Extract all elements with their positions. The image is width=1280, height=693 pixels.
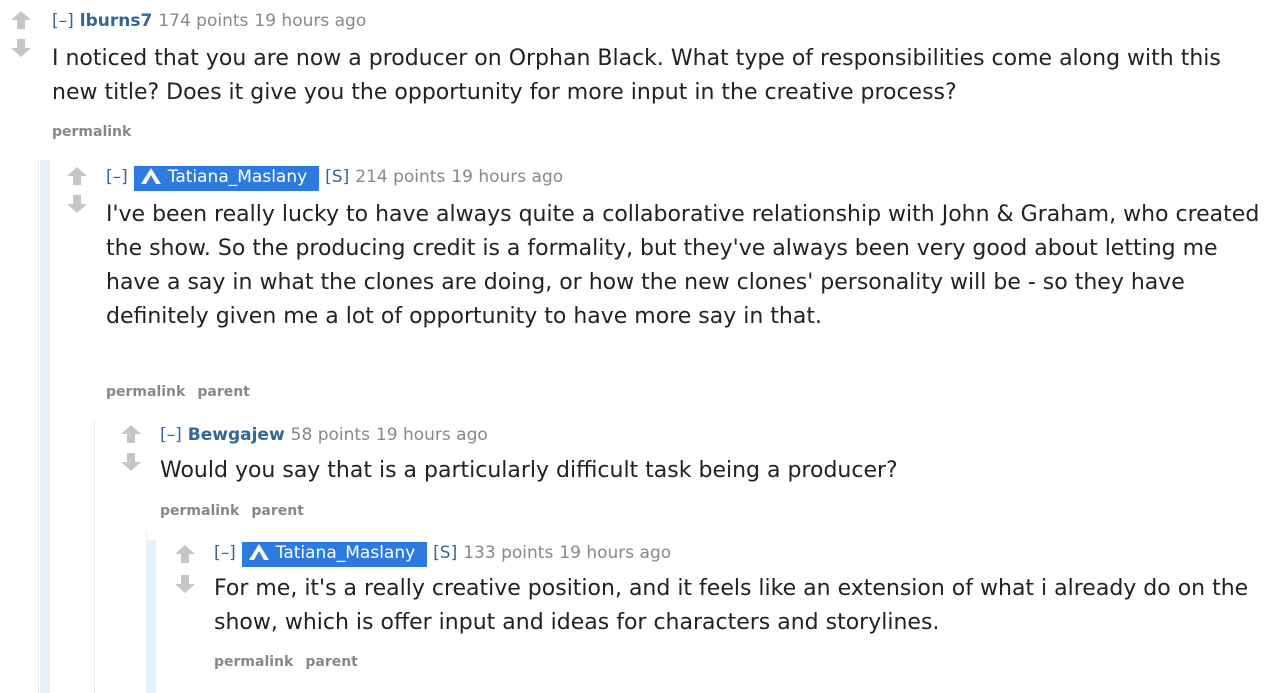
submitter-tag: [S]: [433, 543, 458, 563]
score: 133 points: [463, 543, 554, 563]
author-link-op[interactable]: Tatiana_Maslany: [241, 542, 428, 567]
comment-buttons: permalink parent: [214, 654, 370, 670]
timestamp: 19 hours ago: [559, 543, 672, 563]
permalink-button[interactable]: permalink: [214, 654, 293, 670]
upvote-arrow-icon[interactable]: [174, 544, 196, 566]
comment-body: For me, it's a really creative position,…: [214, 576, 1249, 635]
verified-logo-icon: [248, 543, 270, 567]
parent-button[interactable]: parent: [305, 654, 358, 670]
downvote-arrow-icon[interactable]: [174, 574, 196, 596]
comment-thread: [–] lburns7 174 points 19 hours ago I notic…: [0, 0, 1280, 693]
comment-tatiana-maslany-2: [–] Tatiana_Maslany [S] 133 points 19 hours …: [0, 0, 1280, 693]
comment-tagline: [–] Tatiana_Maslany [S] 133 points 19 hours …: [214, 542, 671, 567]
author-name: Tatiana_Maslany: [275, 543, 416, 563]
collapse-toggle[interactable]: [–]: [214, 543, 236, 563]
